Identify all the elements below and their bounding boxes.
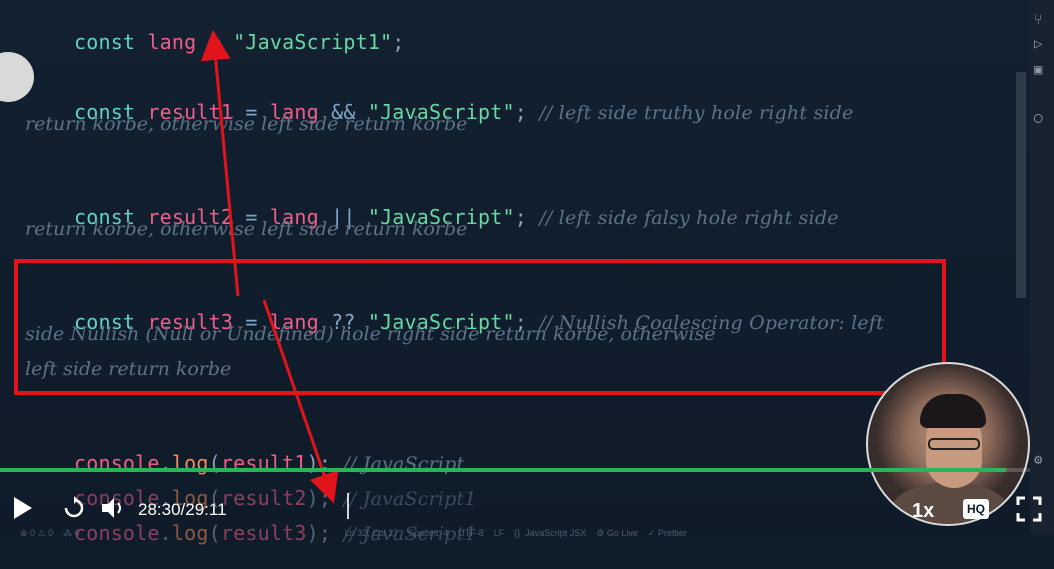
extensions-icon[interactable]: ▣ [1034,62,1050,78]
replay-10-icon[interactable] [62,496,86,520]
webcam-hair [920,394,986,428]
playback-speed-button[interactable]: 1x [912,500,934,523]
status-bar: ⊗ 0 ⚠ 0 ⁂ 0 Ln 32, Col 27 Spaces: 4 UTF-… [20,528,687,538]
fullscreen-icon[interactable] [1016,496,1042,522]
progress-bar[interactable] [0,468,1030,472]
scrollbar-thumb[interactable] [1016,72,1026,298]
arrow-up [200,30,240,297]
settings-icon[interactable]: ⚙ [1034,452,1050,468]
arrow-down [262,299,339,504]
source-control-icon[interactable]: ⑂ [1034,12,1050,28]
quality-button[interactable]: HQ [963,499,989,519]
volume-icon[interactable] [100,496,128,520]
activity-bar: ⑂ ▷ ▣ ◯ ⚙ [1030,0,1054,535]
run-debug-icon[interactable]: ▷ [1034,36,1050,52]
webcam-glasses [928,438,980,450]
progress-fill [0,468,1007,472]
play-icon[interactable] [12,496,34,520]
time-display: 28:30/29:11 [138,500,227,519]
account-icon[interactable]: ◯ [1034,110,1050,126]
